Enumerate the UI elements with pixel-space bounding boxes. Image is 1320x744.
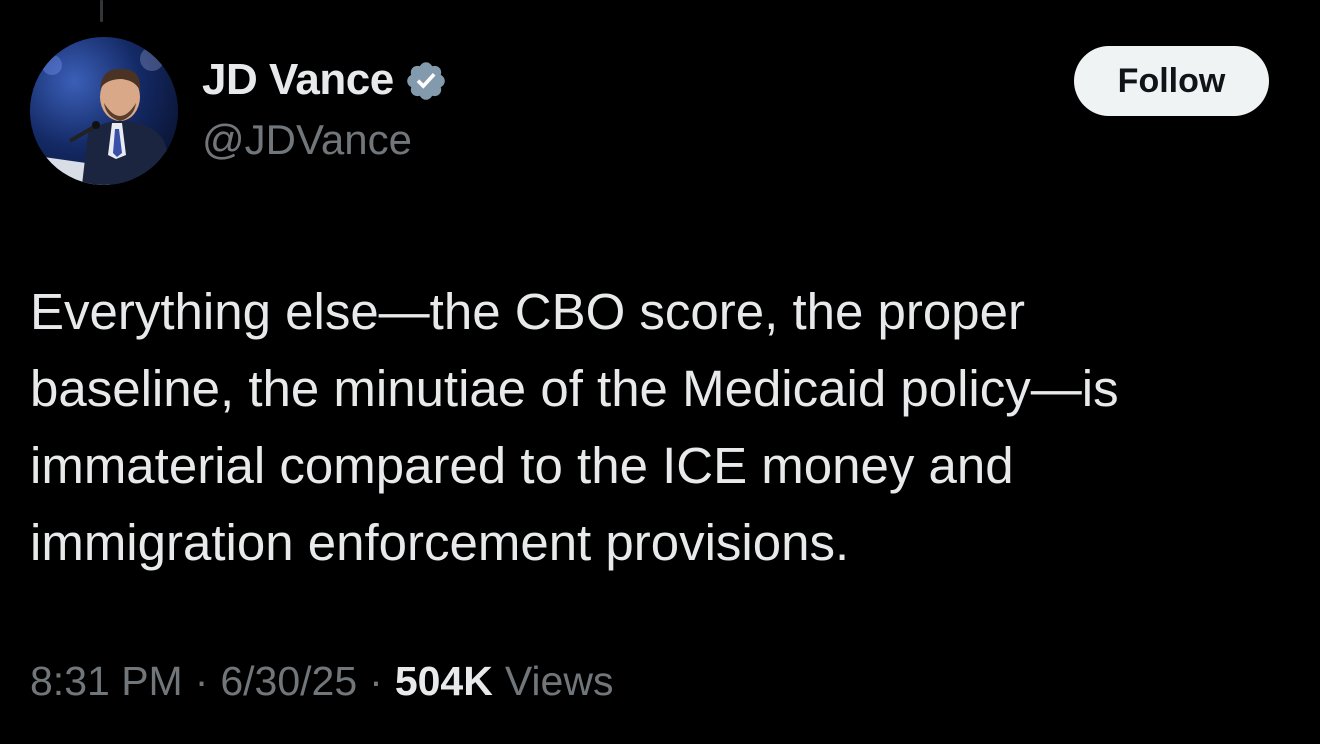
author-display-name[interactable]: JD Vance [202,52,394,108]
tweet-metadata: 8:31 PM · 6/30/25 · 504K Views [30,658,613,705]
thread-connector-line [100,0,103,22]
verified-badge-icon[interactable] [404,59,448,103]
tweet-date[interactable]: 6/30/25 [220,658,357,705]
views-count[interactable]: 504K [395,658,493,705]
avatar[interactable] [30,37,178,185]
tweet-text: Everything else—the CBO score, the prope… [30,283,1119,571]
profile-photo-icon [30,37,178,185]
author-handle[interactable]: @JDVance [202,114,448,166]
author-name-row: JD Vance [202,52,448,108]
author-info: JD Vance @JDVance [202,52,448,166]
views-label[interactable]: Views [505,658,614,705]
meta-separator: · [369,658,383,704]
follow-button[interactable]: Follow [1074,46,1269,116]
tweet-time[interactable]: 8:31 PM [30,658,183,705]
meta-separator: · [194,658,209,704]
